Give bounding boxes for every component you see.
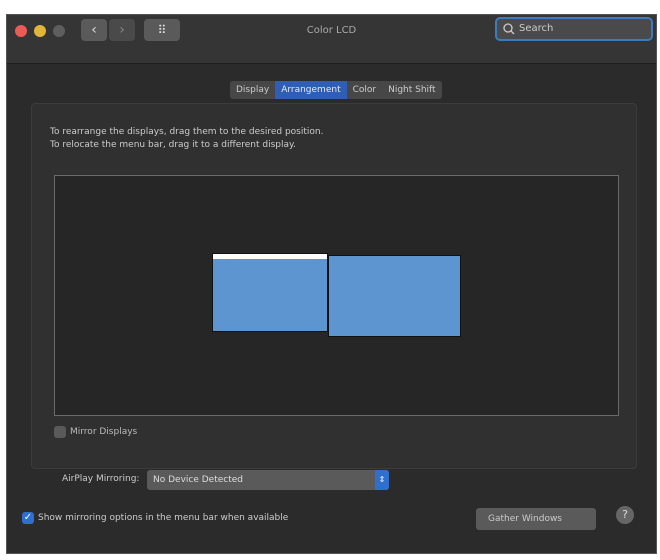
airplay-select[interactable]: No Device Detected ⇕	[147, 470, 389, 490]
show-mirroring-options-label: Show mirroring options in the menu bar w…	[38, 513, 289, 523]
display-arrangement-area[interactable]	[54, 175, 619, 416]
tab-arrangement[interactable]: Arrangement	[275, 81, 347, 99]
tab-bar: Display Arrangement Color Night Shift	[230, 81, 442, 99]
help-button[interactable]: ?	[616, 506, 634, 524]
search-placeholder: Search	[519, 23, 554, 34]
arrangement-panel: To rearrange the displays, drag them to …	[31, 103, 637, 469]
display-main[interactable]	[212, 253, 328, 332]
menu-bar-handle[interactable]	[213, 254, 327, 259]
tab-color[interactable]: Color	[347, 81, 383, 99]
mirror-displays-checkbox[interactable]: Mirror Displays	[54, 426, 137, 438]
instructions: To rearrange the displays, drag them to …	[50, 126, 323, 152]
airplay-value: No Device Detected	[153, 475, 243, 485]
search-icon	[503, 23, 515, 35]
checkbox[interactable]	[54, 426, 66, 438]
updown-chevron-icon: ⇕	[375, 470, 389, 490]
title-bar: ‹ › ⠿ Color LCD Search	[7, 15, 656, 64]
show-mirroring-options-checkbox[interactable]: ✓ Show mirroring options in the menu bar…	[22, 512, 288, 524]
airplay-label: AirPlay Mirroring:	[62, 474, 140, 484]
instruction-line-2: To relocate the menu bar, drag it to a d…	[50, 140, 296, 150]
gather-windows-button[interactable]: Gather Windows	[476, 508, 596, 530]
tab-display[interactable]: Display	[230, 81, 275, 99]
checkmark-icon[interactable]: ✓	[22, 512, 34, 524]
tab-night-shift[interactable]: Night Shift	[382, 81, 442, 99]
search-input[interactable]: Search	[495, 17, 653, 41]
display-secondary[interactable]	[328, 255, 461, 337]
instruction-line-1: To rearrange the displays, drag them to …	[50, 127, 324, 137]
mirror-displays-label: Mirror Displays	[70, 427, 138, 437]
